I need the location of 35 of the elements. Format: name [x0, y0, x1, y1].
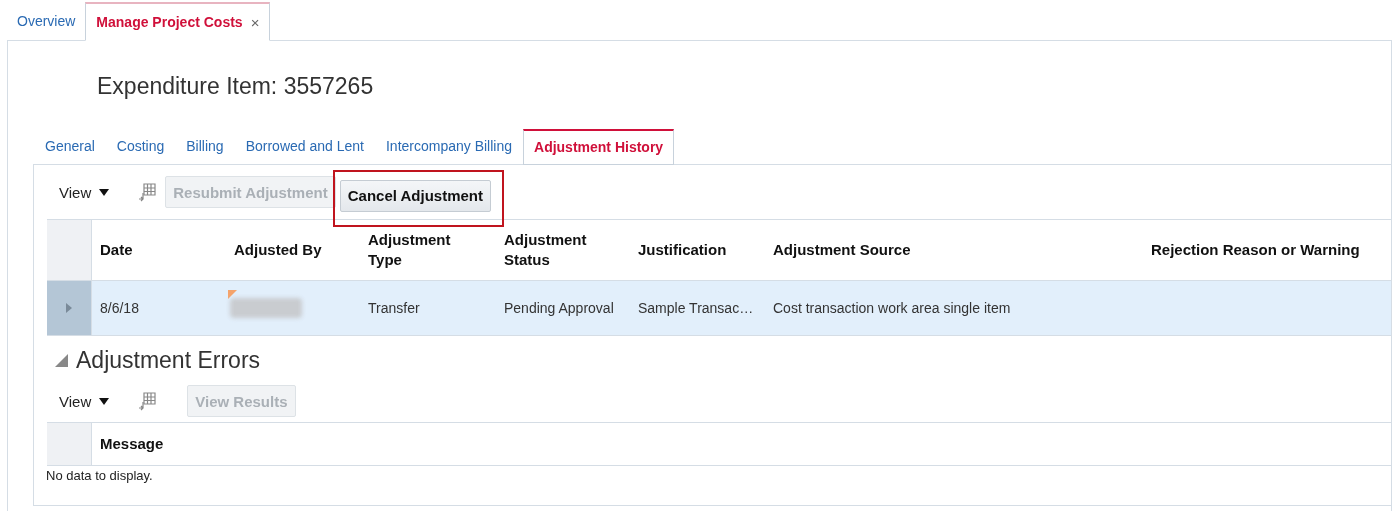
table-cell: Pending Approval: [504, 300, 614, 316]
column-header[interactable]: Adjusted By: [234, 240, 322, 260]
column-header[interactable]: Adjustment Type: [368, 230, 488, 270]
table-row[interactable]: 8/6/18 Transfer Pending Approval Sample Transac… Cost transaction work area single item: [47, 281, 1391, 336]
page-tab[interactable]: Manage Project Costs ×: [85, 2, 271, 41]
section-tab[interactable]: Billing: [175, 138, 235, 164]
table-cell: Sample Transac…: [638, 300, 754, 316]
empty-message: No data to display.: [46, 467, 154, 483]
close-icon[interactable]: ×: [250, 13, 260, 31]
section-tab[interactable]: Borrowed and Lent: [234, 138, 375, 164]
section-tab[interactable]: Costing: [105, 138, 176, 164]
collapse-icon[interactable]: [55, 353, 68, 367]
table-detach-icon[interactable]: [137, 391, 158, 411]
table-detach-icon[interactable]: [137, 182, 158, 202]
view-menu[interactable]: View: [47, 183, 110, 201]
section-title: Adjustment Errors: [76, 346, 261, 374]
section-tab[interactable]: General: [34, 138, 106, 164]
section-tab[interactable]: Adjustment History: [523, 129, 675, 165]
view-menu[interactable]: View: [47, 392, 110, 410]
table-cell: Transfer: [368, 300, 420, 316]
column-header[interactable]: Message: [100, 434, 164, 454]
column-header[interactable]: Adjustment Source: [773, 240, 911, 260]
page-tab[interactable]: Overview: [7, 2, 86, 40]
column-header[interactable]: Date: [100, 240, 133, 260]
caret-icon: [99, 188, 110, 196]
column-header[interactable]: Rejection Reason or Warning: [1151, 240, 1360, 260]
column-header[interactable]: Justification: [638, 240, 727, 260]
toolbar-button[interactable]: Cancel Adjustment: [339, 179, 491, 212]
column-header[interactable]: Adjustment Status: [504, 230, 622, 270]
expand-icon[interactable]: [66, 303, 72, 313]
caret-icon: [99, 397, 110, 405]
table-cell: Cost transaction work area single item: [773, 300, 1011, 316]
section-tab[interactable]: Intercompany Billing: [374, 138, 523, 164]
table-cell: 8/6/18: [100, 300, 139, 316]
page-title: Expenditure Item: 3557265: [97, 72, 375, 100]
